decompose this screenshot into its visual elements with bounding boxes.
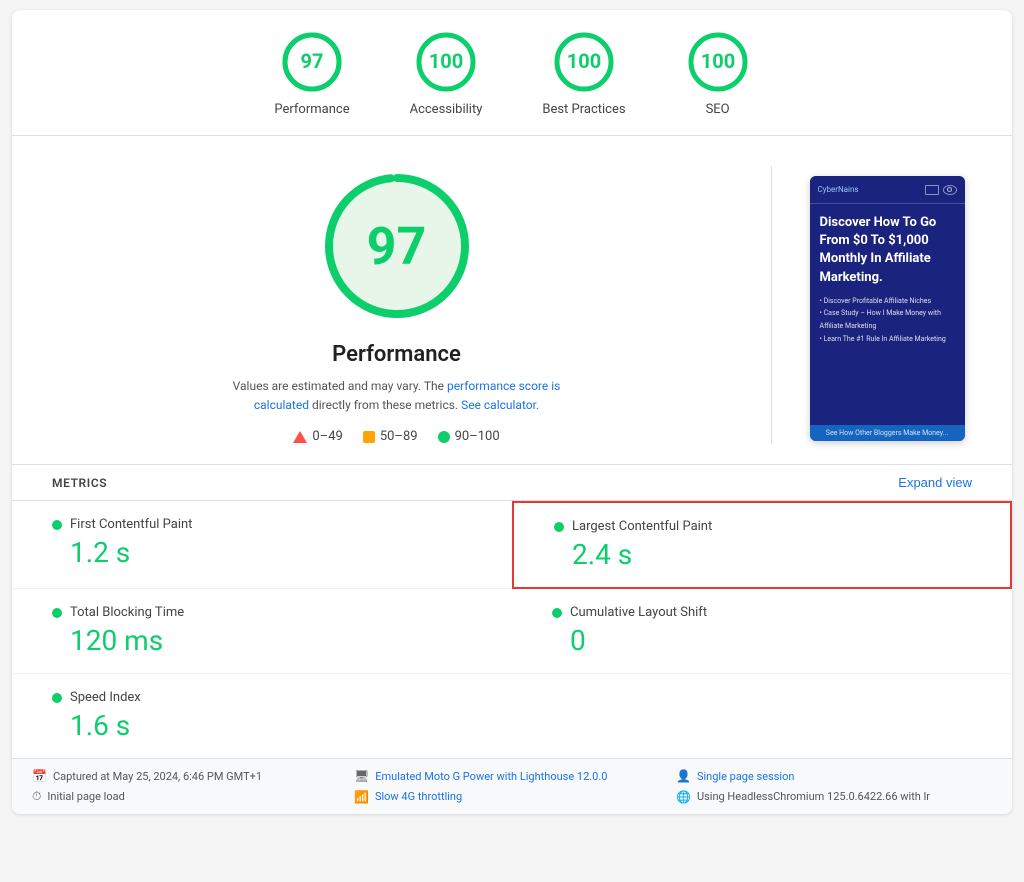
metric-name-row-fcp: First Contentful Paint bbox=[52, 517, 472, 532]
footer-initial: ⏱ Initial page load bbox=[32, 789, 348, 804]
main-content: 97 Performance Values are estimated and … bbox=[12, 136, 1012, 464]
main-card: 97 Performance 100 Accessibility 100 bbox=[12, 10, 1012, 814]
metric-name-si: Speed Index bbox=[70, 690, 141, 705]
footer-device-link[interactable]: Emulated Moto G Power with Lighthouse 12… bbox=[375, 770, 607, 783]
metric-cell-cls: Cumulative Layout Shift 0 bbox=[512, 589, 1012, 674]
score-label-performance: Performance bbox=[274, 102, 349, 117]
metric-name-fcp: First Contentful Paint bbox=[70, 517, 192, 532]
big-score-value: 97 bbox=[317, 166, 477, 326]
metric-name-lcp: Largest Contentful Paint bbox=[572, 519, 712, 534]
metric-dot-cls bbox=[552, 608, 562, 618]
metrics-grid: First Contentful Paint 1.2 s Largest Con… bbox=[12, 500, 1012, 758]
metrics-title: METRICS bbox=[52, 476, 107, 490]
metric-cell-si: Speed Index 1.6 s bbox=[12, 674, 512, 758]
phone-list-item-3: Learn The #1 Rule In Affiliate Marketing bbox=[820, 333, 955, 346]
footer-initial-text: Initial page load bbox=[47, 790, 124, 803]
metric-name-cls: Cumulative Layout Shift bbox=[570, 605, 707, 620]
legend-range-good: 90–100 bbox=[455, 429, 500, 444]
metric-value-fcp: 1.2 s bbox=[52, 536, 472, 569]
metric-cell-tbt: Total Blocking Time 120 ms bbox=[12, 589, 512, 674]
calendar-icon: 📅 bbox=[32, 769, 47, 783]
metric-value-lcp: 2.4 s bbox=[554, 538, 970, 571]
score-label-accessibility: Accessibility bbox=[410, 102, 483, 117]
metric-value-tbt: 120 ms bbox=[52, 624, 472, 657]
footer-browser: 🌐 Using HeadlessChromium 125.0.6422.66 w… bbox=[676, 789, 992, 804]
phone-list-item-1: Discover Profitable Affiliate Niches bbox=[820, 295, 955, 308]
phone-footer-text: See How Other Bloggers Make Money... bbox=[810, 425, 965, 441]
vertical-divider bbox=[771, 166, 772, 444]
legend-item-mid: 50–89 bbox=[363, 429, 418, 444]
metric-dot-lcp bbox=[554, 522, 564, 532]
legend-range-mid: 50–89 bbox=[380, 429, 418, 444]
footer-captured-text: Captured at May 25, 2024, 6:46 PM GMT+1 bbox=[53, 770, 262, 783]
metric-name-row-tbt: Total Blocking Time bbox=[52, 605, 472, 620]
phone-brand-text: CyberNains bbox=[818, 185, 859, 194]
metric-name-row-si: Speed Index bbox=[52, 690, 472, 705]
legend-triangle-icon bbox=[293, 431, 307, 443]
score-label-best-practices: Best Practices bbox=[542, 102, 625, 117]
metric-name-row-lcp: Largest Contentful Paint bbox=[554, 519, 970, 534]
score-circle-accessibility: 100 bbox=[414, 30, 478, 94]
score-item-accessibility: 100 Accessibility bbox=[410, 30, 483, 117]
phone-content: Discover How To Go From $0 To $1,000 Mon… bbox=[810, 204, 965, 355]
metric-cell-fcp: First Contentful Paint 1.2 s bbox=[12, 501, 512, 589]
score-item-best-practices: 100 Best Practices bbox=[542, 30, 625, 117]
browser-icon: 🌐 bbox=[676, 790, 691, 804]
metric-value-cls: 0 bbox=[552, 624, 972, 657]
legend-item-bad: 0–49 bbox=[293, 429, 342, 444]
footer-network-link[interactable]: Slow 4G throttling bbox=[375, 790, 462, 803]
metric-dot-fcp bbox=[52, 520, 62, 530]
footer-browser-text: Using HeadlessChromium 125.0.6422.66 wit… bbox=[697, 790, 930, 803]
device-icon: 🖥 bbox=[354, 769, 369, 783]
score-circle-best-practices: 100 bbox=[552, 30, 616, 94]
right-panel: CyberNains Discover How To Go From $0 To… bbox=[802, 166, 972, 444]
metric-cell-empty bbox=[512, 674, 1012, 758]
phone-preview: CyberNains Discover How To Go From $0 To… bbox=[810, 176, 965, 441]
metrics-header: METRICS Expand view bbox=[12, 464, 1012, 500]
score-legend: 0–49 50–89 90–100 bbox=[293, 429, 499, 444]
metric-name-tbt: Total Blocking Time bbox=[70, 605, 184, 620]
metric-value-si: 1.6 s bbox=[52, 709, 472, 742]
legend-range-bad: 0–49 bbox=[312, 429, 342, 444]
phone-list: Discover Profitable Affiliate Niches Cas… bbox=[820, 295, 955, 345]
big-score-circle: 97 bbox=[317, 166, 477, 326]
footer-network: 📶 Slow 4G throttling bbox=[354, 789, 670, 804]
phone-list-item-2: Case Study – How I Make Money with Affil… bbox=[820, 307, 955, 332]
left-panel: 97 Performance Values are estimated and … bbox=[52, 166, 741, 444]
score-label-seo: SEO bbox=[706, 102, 730, 117]
phone-grid-icon bbox=[925, 185, 939, 195]
score-circle-performance: 97 bbox=[280, 30, 344, 94]
phone-search-icon bbox=[943, 185, 957, 195]
svg-text:100: 100 bbox=[700, 49, 734, 73]
legend-item-good: 90–100 bbox=[438, 429, 500, 444]
phone-top-bar: CyberNains bbox=[810, 176, 965, 204]
wifi-icon: 📶 bbox=[354, 790, 369, 804]
footer-session-link[interactable]: Single page session bbox=[697, 770, 794, 783]
performance-title: Performance bbox=[332, 342, 461, 367]
calculator-link[interactable]: See calculator. bbox=[461, 398, 539, 412]
scores-bar: 97 Performance 100 Accessibility 100 bbox=[12, 10, 1012, 136]
performance-description: Values are estimated and may vary. The p… bbox=[217, 377, 577, 415]
metric-dot-si bbox=[52, 693, 62, 703]
svg-text:97: 97 bbox=[301, 49, 324, 73]
score-circle-seo: 100 bbox=[686, 30, 750, 94]
expand-view-button[interactable]: Expand view bbox=[898, 475, 972, 490]
svg-text:100: 100 bbox=[567, 49, 601, 73]
phone-top-icons bbox=[925, 185, 957, 195]
score-item-performance: 97 Performance bbox=[274, 30, 349, 117]
clock-icon: ⏱ bbox=[32, 789, 41, 804]
metric-dot-tbt bbox=[52, 608, 62, 618]
metric-cell-lcp: Largest Contentful Paint 2.4 s bbox=[512, 501, 1012, 589]
footer-captured: 📅 Captured at May 25, 2024, 6:46 PM GMT+… bbox=[32, 769, 348, 783]
person-icon: 👤 bbox=[676, 769, 691, 783]
metric-name-row-cls: Cumulative Layout Shift bbox=[552, 605, 972, 620]
legend-dot-icon bbox=[438, 431, 450, 443]
footer-bar: 📅 Captured at May 25, 2024, 6:46 PM GMT+… bbox=[12, 758, 1012, 814]
phone-headline-text: Discover How To Go From $0 To $1,000 Mon… bbox=[820, 214, 955, 287]
footer-device: 🖥 Emulated Moto G Power with Lighthouse … bbox=[354, 769, 670, 783]
footer-session: 👤 Single page session bbox=[676, 769, 992, 783]
legend-square-icon bbox=[363, 431, 375, 443]
svg-text:100: 100 bbox=[429, 49, 463, 73]
score-item-seo: 100 SEO bbox=[686, 30, 750, 117]
